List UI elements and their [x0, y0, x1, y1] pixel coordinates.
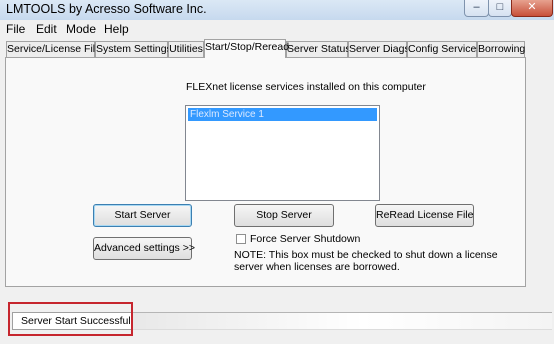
list-item[interactable]: Flexlm Service 1 — [188, 108, 377, 121]
tab-config-services[interactable]: Config Services — [407, 41, 482, 57]
minimize-icon: – — [473, 1, 480, 13]
lmtools-window: LMTOOLS by Acresso Software Inc. – □ ✕ F… — [0, 0, 554, 344]
maximize-icon: □ — [496, 1, 504, 13]
tab-server-diags[interactable]: Server Diags — [348, 41, 410, 57]
tab-server-status[interactable]: Server Status — [286, 41, 351, 57]
maximize-button[interactable]: □ — [488, 0, 512, 17]
tab-utilities[interactable]: Utilities — [168, 41, 204, 57]
menu-bar: File Edit Mode Help — [0, 20, 554, 37]
force-server-shutdown-checkbox[interactable] — [236, 234, 246, 244]
menu-edit[interactable]: Edit — [36, 22, 57, 36]
force-server-shutdown-label[interactable]: Force Server Shutdown — [250, 233, 360, 245]
stop-server-button[interactable]: Stop Server — [234, 204, 334, 227]
status-highlight-box — [8, 302, 133, 336]
tab-start-stop-reread[interactable]: Start/Stop/Reread — [204, 39, 289, 58]
tab-system-settings[interactable]: System Settings — [95, 41, 172, 57]
title-bar[interactable]: LMTOOLS by Acresso Software Inc. – □ ✕ — [0, 0, 554, 20]
menu-file[interactable]: File — [6, 22, 25, 36]
menu-help[interactable]: Help — [104, 22, 129, 36]
close-button[interactable]: ✕ — [511, 0, 553, 17]
tab-borrowing[interactable]: Borrowing — [477, 41, 525, 57]
close-icon: ✕ — [527, 1, 537, 13]
status-bar-track — [132, 312, 552, 330]
advanced-settings-button[interactable]: Advanced settings >> — [93, 237, 195, 260]
services-list[interactable]: Flexlm Service 1 — [185, 105, 380, 201]
minimize-button[interactable]: – — [464, 0, 489, 17]
shutdown-note: NOTE: This box must be checked to shut d… — [234, 249, 498, 273]
menu-mode[interactable]: Mode — [66, 22, 96, 36]
window-title: LMTOOLS by Acresso Software Inc. — [6, 2, 207, 16]
reread-license-file-button[interactable]: ReRead License File — [375, 204, 474, 227]
tab-strip: Service/License File System Settings Uti… — [6, 39, 526, 58]
services-list-label: FLEXnet license services installed on th… — [186, 81, 426, 93]
start-server-button[interactable]: Start Server — [93, 204, 192, 227]
tab-service-license-file[interactable]: Service/License File — [6, 41, 101, 57]
